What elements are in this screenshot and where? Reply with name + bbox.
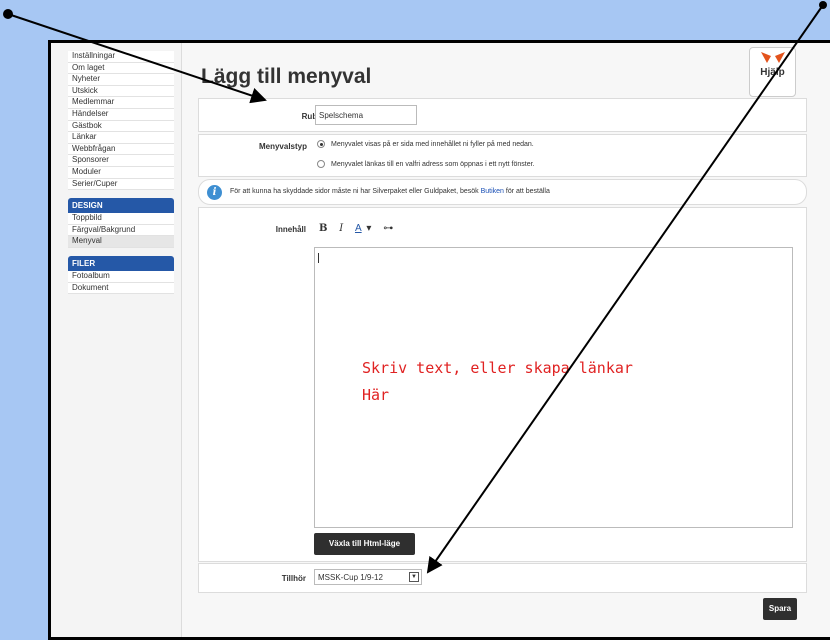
annotation-arrow-rubrik bbox=[7, 13, 267, 104]
annotation-arrow-tillhor bbox=[426, 4, 824, 574]
annotation-overlay bbox=[3, 1, 827, 574]
